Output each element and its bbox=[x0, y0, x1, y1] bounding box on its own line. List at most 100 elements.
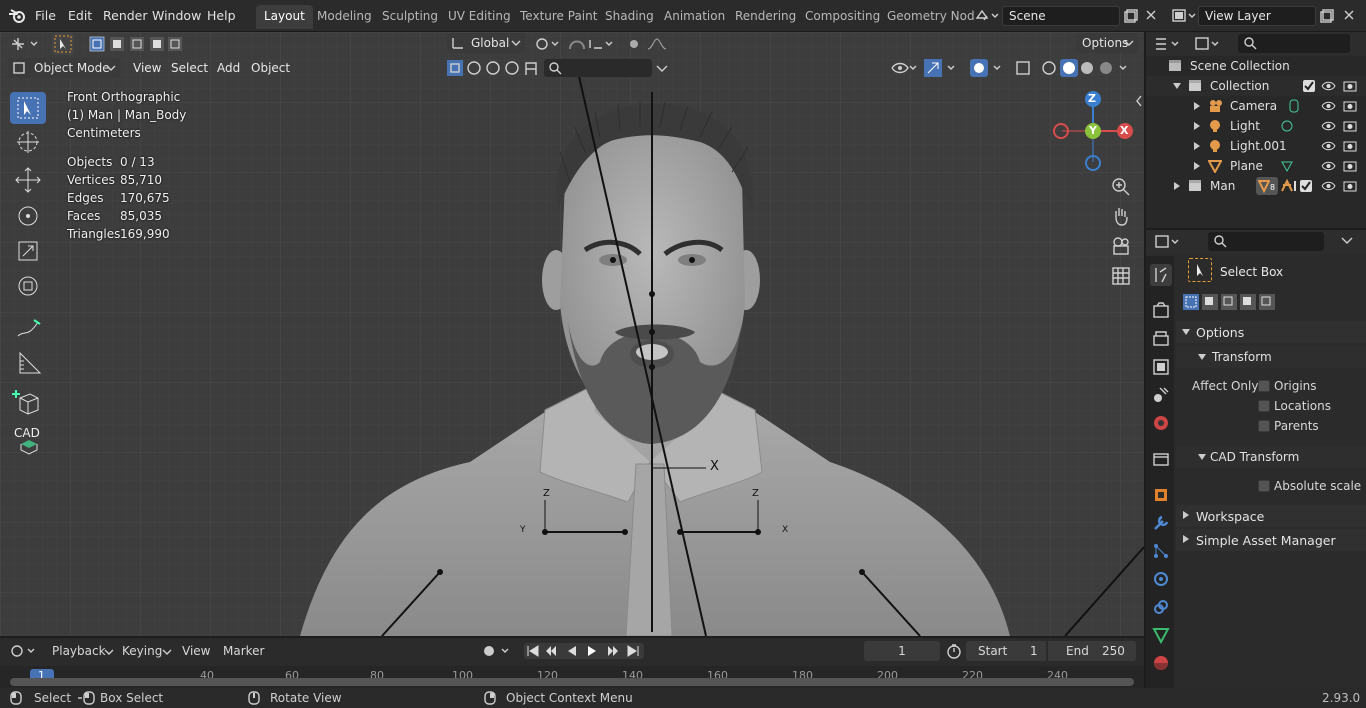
row-controls[interactable] bbox=[1288, 99, 1362, 113]
row-controls[interactable] bbox=[1280, 179, 1362, 193]
tab-geometry-nodes[interactable]: Geometry Nod bbox=[887, 9, 975, 23]
tab-compositing[interactable]: Compositing bbox=[805, 9, 880, 23]
stopwatch-icon[interactable] bbox=[946, 643, 962, 659]
new-view-layer-icon[interactable] bbox=[1320, 8, 1336, 24]
properties-editor-icon[interactable] bbox=[1154, 234, 1184, 250]
viewport-shading-controls[interactable] bbox=[890, 59, 1140, 77]
outliner-row-collection[interactable]: Collection bbox=[1146, 76, 1366, 96]
tab-shading[interactable]: Shading bbox=[605, 9, 654, 23]
row-controls[interactable] bbox=[1278, 119, 1362, 133]
tab-tool[interactable] bbox=[1150, 264, 1172, 286]
filter-object-type-icons[interactable] bbox=[446, 59, 542, 77]
outliner-row-camera[interactable]: Camera bbox=[1146, 96, 1366, 116]
tab-world[interactable] bbox=[1150, 412, 1172, 434]
tab-constraints[interactable] bbox=[1150, 596, 1172, 618]
delete-view-layer-icon[interactable] bbox=[1343, 9, 1355, 21]
outliner-search-input[interactable] bbox=[1238, 34, 1350, 53]
expand-arrow-icon[interactable] bbox=[1172, 81, 1182, 91]
collapse-arrow-icon[interactable] bbox=[1192, 141, 1202, 151]
tab-rendering[interactable]: Rendering bbox=[735, 9, 796, 23]
outliner-editor-icon[interactable] bbox=[1154, 36, 1184, 52]
tool-transform[interactable] bbox=[10, 270, 46, 302]
display-mode-icon[interactable] bbox=[1194, 36, 1222, 52]
camera-view-icon[interactable] bbox=[1110, 235, 1132, 257]
timeline-editor-icon[interactable] bbox=[10, 643, 40, 659]
start-frame-field[interactable]: Start 1 bbox=[966, 641, 1046, 661]
timeline-ruler[interactable]: 1 40 60 80 100 120 140 160 180 200 220 2… bbox=[0, 666, 1144, 688]
collapse-arrow-icon[interactable] bbox=[1192, 161, 1202, 171]
auto-keying-icon[interactable] bbox=[480, 643, 516, 659]
collapse-arrow-icon[interactable] bbox=[1192, 101, 1202, 111]
tab-physics[interactable] bbox=[1150, 568, 1172, 590]
select-box-mode-icons[interactable] bbox=[1182, 293, 1278, 311]
tab-modifiers[interactable] bbox=[1150, 512, 1172, 534]
outliner-row-plane[interactable]: Plane bbox=[1146, 156, 1366, 176]
timeline-view-menu[interactable]: View bbox=[182, 644, 210, 658]
blender-logo-icon[interactable] bbox=[8, 8, 26, 24]
tab-sculpting[interactable]: Sculpting bbox=[382, 9, 438, 23]
tab-output[interactable] bbox=[1150, 328, 1172, 350]
tab-uv-editing[interactable]: UV Editing bbox=[448, 9, 511, 23]
tool-scale[interactable] bbox=[10, 235, 46, 267]
workspace-panel-header[interactable]: Workspace bbox=[1176, 505, 1366, 527]
tab-animation[interactable]: Animation bbox=[664, 9, 725, 23]
tool-rotate[interactable] bbox=[10, 200, 46, 232]
playback-menu[interactable]: Playback bbox=[44, 641, 114, 661]
viewport-menu-select[interactable]: Select bbox=[171, 61, 208, 75]
timeline-marker-menu[interactable]: Marker bbox=[223, 644, 264, 658]
tab-object[interactable] bbox=[1150, 484, 1172, 506]
new-scene-icon[interactable] bbox=[1124, 8, 1140, 24]
viewport-menu-add[interactable]: Add bbox=[217, 61, 240, 75]
view-layer-icon[interactable] bbox=[1172, 8, 1196, 24]
zoom-icon[interactable] bbox=[1110, 176, 1132, 198]
view-layer-field[interactable]: View Layer bbox=[1198, 6, 1316, 26]
3d-viewport[interactable]: Z Y Z X X Global Options Object Mode Vie… bbox=[0, 32, 1144, 636]
options-dropdown[interactable]: Options bbox=[1076, 33, 1138, 53]
chevron-down-icon[interactable] bbox=[1340, 235, 1354, 247]
scene-selector-icon[interactable] bbox=[975, 8, 999, 24]
current-frame-field[interactable]: 1 bbox=[864, 641, 940, 661]
tool-move[interactable] bbox=[10, 164, 46, 196]
tool-select-box[interactable] bbox=[10, 92, 46, 124]
tool-add-cube[interactable] bbox=[10, 386, 46, 418]
transform-orientation-dropdown[interactable]: Global bbox=[447, 33, 525, 53]
menu-render[interactable]: Render bbox=[103, 8, 148, 23]
parents-checkbox[interactable] bbox=[1258, 420, 1270, 432]
absolute-scale-checkbox[interactable] bbox=[1258, 480, 1270, 492]
pan-hand-icon[interactable] bbox=[1110, 205, 1132, 227]
origins-checkbox[interactable] bbox=[1258, 380, 1270, 392]
selection-mode-icons[interactable] bbox=[88, 35, 184, 53]
menu-file[interactable]: File bbox=[35, 8, 56, 23]
options-panel-header[interactable]: Options bbox=[1176, 321, 1366, 343]
outliner-row-scene-collection[interactable]: Scene Collection bbox=[1146, 56, 1366, 76]
mode-dropdown[interactable]: Object Mode bbox=[8, 58, 120, 78]
collapse-arrow-icon[interactable] bbox=[1192, 121, 1202, 131]
transform-subpanel-header[interactable]: Transform bbox=[1176, 346, 1366, 368]
tab-particles[interactable] bbox=[1150, 540, 1172, 562]
properties-search-input[interactable] bbox=[1208, 232, 1324, 251]
filter-chevron-icon[interactable] bbox=[654, 61, 670, 75]
editor-type-icon[interactable] bbox=[10, 35, 40, 53]
keying-menu[interactable]: Keying bbox=[114, 641, 174, 661]
tab-scene[interactable] bbox=[1150, 384, 1172, 406]
tool-annotate[interactable] bbox=[10, 312, 46, 344]
tool-cad[interactable]: CAD bbox=[10, 424, 46, 456]
tab-modeling[interactable]: Modeling bbox=[317, 9, 372, 23]
end-frame-field[interactable]: End 250 bbox=[1048, 641, 1136, 661]
sidebar-toggle-icon[interactable] bbox=[1134, 94, 1144, 108]
delete-scene-icon[interactable] bbox=[1145, 9, 1157, 21]
pivot-snap-proportional-icons[interactable] bbox=[532, 35, 672, 53]
outliner-row-light[interactable]: Light bbox=[1146, 116, 1366, 136]
tab-view-layer[interactable] bbox=[1150, 356, 1172, 378]
tab-material[interactable] bbox=[1150, 652, 1172, 674]
row-controls[interactable] bbox=[1314, 139, 1362, 153]
tool-measure[interactable] bbox=[10, 347, 46, 379]
tab-data[interactable] bbox=[1150, 624, 1172, 646]
viewport-search-input[interactable] bbox=[544, 59, 652, 77]
viewport-menu-view[interactable]: View bbox=[133, 61, 161, 75]
tab-render[interactable] bbox=[1150, 300, 1172, 322]
visibility-toggles[interactable] bbox=[1302, 79, 1362, 93]
menu-edit[interactable]: Edit bbox=[68, 8, 92, 23]
asset-manager-panel-header[interactable]: Simple Asset Manager bbox=[1176, 529, 1366, 551]
cad-transform-subpanel-header[interactable]: CAD Transform bbox=[1176, 446, 1366, 468]
